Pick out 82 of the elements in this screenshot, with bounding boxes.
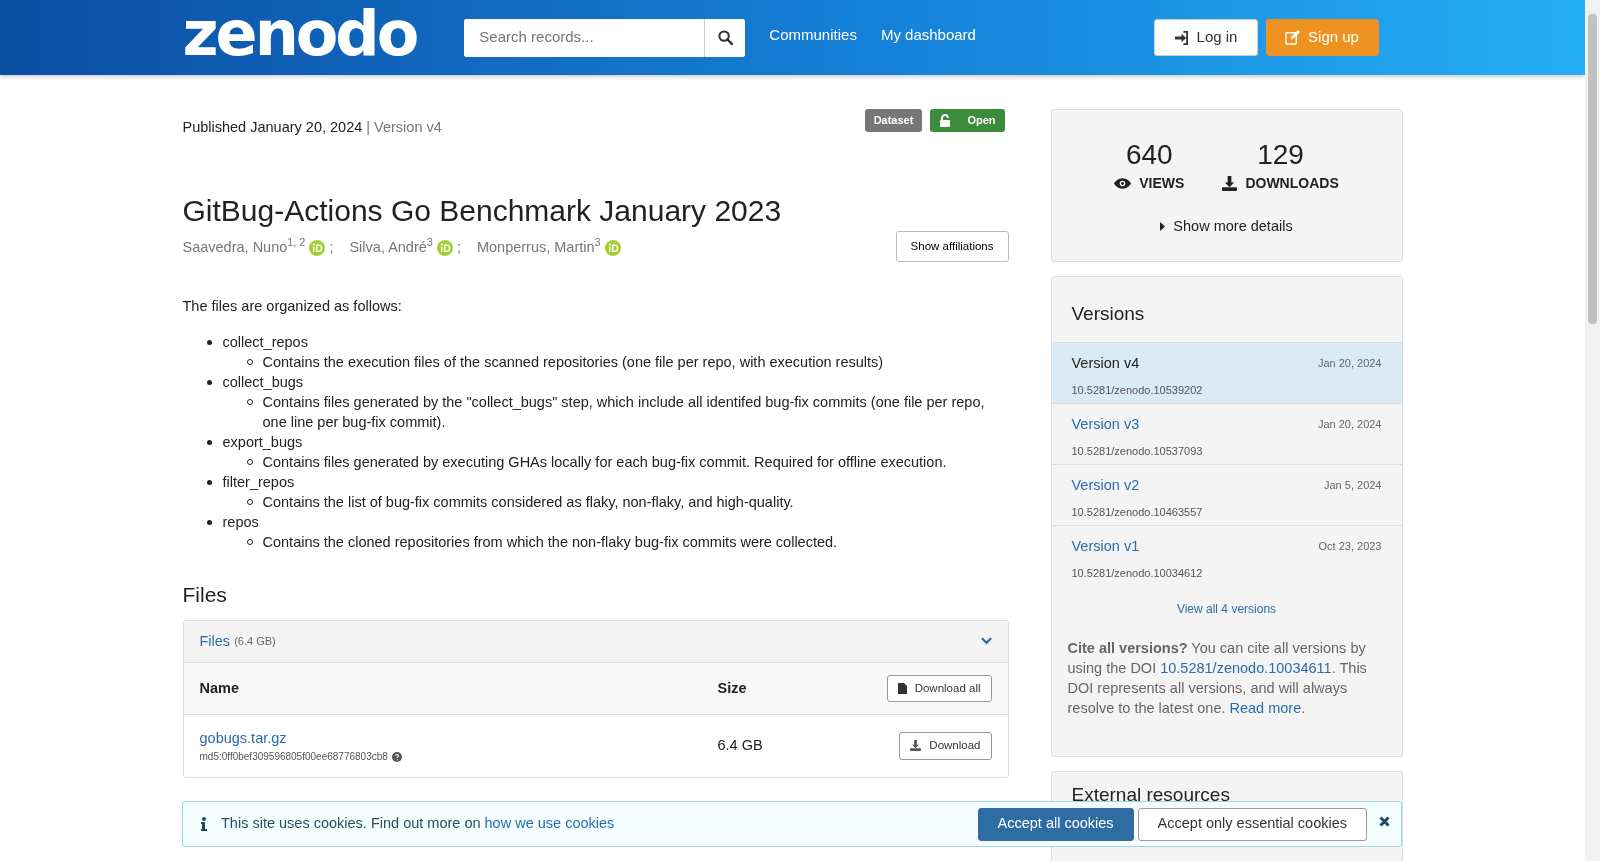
version-doi: 10.5281/zenodo.10463557 bbox=[1071, 504, 1204, 520]
list-item-text: Contains files generated by executing GHAs locally for each bug-fix commit. Required for offline execution. bbox=[262, 453, 947, 470]
list-item-text: Contains the cloned repositories from which the non-flaky bug-fix commits were collected. bbox=[262, 533, 838, 550]
edit-icon bbox=[1285, 30, 1301, 45]
show-affiliations-button[interactable]: Show affiliations bbox=[895, 230, 1009, 262]
download-icon bbox=[910, 740, 922, 752]
stat-label: VIEWS bbox=[1139, 174, 1185, 193]
zenodo-logo[interactable]: zenodo bbox=[182, 2, 417, 65]
log-in-button[interactable]: Log in bbox=[1153, 19, 1258, 56]
chevron-icon[interactable] bbox=[980, 637, 992, 646]
list-item-text: filter_repos bbox=[222, 473, 295, 490]
version-item[interactable]: Version v1 Oct 23, 2023 10.5281/zenodo.10034612 bbox=[1051, 524, 1402, 586]
cite-all-versions-text: Cite all versions? You can cite all versions by using the DOI 10.5281/zenodo.10034611. This DOI represents all versions, and will always resolve to the latest one. Read more. bbox=[1066, 638, 1368, 718]
cookie-notice-text: This site uses cookies. Find out more on how we use cookies bbox=[221, 814, 615, 834]
close-icon[interactable] bbox=[1379, 815, 1390, 827]
orcid-icon bbox=[309, 239, 326, 256]
list-item-text: Contains files generated by the "collect_bugs" step, which include all identifed bug-fix commits (one file per repo, one line per bug-fix commit). bbox=[262, 393, 985, 430]
list-item-text: Contains the execution files of the scanned repositories (one file per repo, with execution results) bbox=[262, 353, 884, 370]
accept-essential-button[interactable]: Accept only essential cookies bbox=[1137, 807, 1367, 841]
access-badge: Open bbox=[930, 109, 1005, 132]
version-doi: 10.5281/zenodo.10539202 bbox=[1071, 382, 1204, 398]
list-item-text: Contains the list of bug-fix commits considered as flaky, non-flaky, and high-quality. bbox=[262, 493, 794, 510]
orcid-icon bbox=[436, 239, 453, 256]
nav-link[interactable]: My dashboard bbox=[880, 24, 976, 47]
doi-link[interactable]: 10.5281/zenodo.10034611 bbox=[1160, 659, 1332, 676]
published-date: Published January 20, 2024 bbox=[182, 119, 363, 135]
creator-name[interactable]: Silva, André$^{3}$ bbox=[349, 236, 433, 259]
creator-name[interactable]: Monperrus, Martin$^{3}$ bbox=[476, 236, 601, 259]
cookie-policy-link[interactable]: how we use cookies bbox=[484, 815, 615, 832]
separator-text: ; bbox=[329, 237, 334, 257]
description-text: The files are organized as follows: bbox=[182, 297, 403, 316]
version-date: Jan 5, 2024 bbox=[1324, 478, 1382, 494]
section-heading: Files bbox=[182, 581, 228, 607]
accept-all-button[interactable]: Accept all cookies bbox=[977, 807, 1134, 841]
download-icon bbox=[1222, 176, 1238, 191]
files-size-text: (6.4 GB) bbox=[234, 634, 276, 650]
help-icon bbox=[391, 751, 402, 762]
resource-type-badge: Dataset bbox=[864, 109, 923, 132]
caret-icon bbox=[1160, 222, 1166, 232]
creator-name[interactable]: Saavedra, Nuno$^{1, 2}$ bbox=[182, 236, 306, 259]
file-size-text: 6.4 GB bbox=[717, 736, 763, 756]
stat-label: DOWNLOADS bbox=[1245, 174, 1339, 193]
stat-count: 129 bbox=[1256, 141, 1305, 169]
version-doi: 10.5281/zenodo.10034612 bbox=[1071, 565, 1204, 581]
list-item-text: repos bbox=[222, 513, 259, 530]
sign-in-icon bbox=[1173, 30, 1189, 45]
search-icon bbox=[717, 30, 733, 45]
file-icon bbox=[897, 682, 907, 694]
read-more-link[interactable]: Read more bbox=[1229, 699, 1302, 716]
list-item-text: collect_bugs bbox=[222, 373, 304, 390]
column-header: Size bbox=[717, 678, 747, 698]
show-more-details-link[interactable]: Show more details bbox=[1173, 216, 1293, 238]
scrollbar[interactable] bbox=[1585, 0, 1600, 861]
version-item[interactable]: Version v3 Jan 20, 2024 10.5281/zenodo.10537093 bbox=[1051, 402, 1402, 464]
version-item[interactable]: Version v2 Jan 5, 2024 10.5281/zenodo.10463557 bbox=[1051, 463, 1402, 525]
view-all-versions-link[interactable]: View all 4 versions bbox=[1176, 601, 1277, 616]
card-heading: External resources bbox=[1071, 783, 1231, 807]
version-date: Jan 20, 2024 bbox=[1317, 356, 1382, 372]
checksum-text: md5:0ff0bef309596805f00ee68776803cb8 bbox=[199, 750, 388, 765]
column-header: Name bbox=[199, 678, 240, 698]
version-label: | Version v4 bbox=[366, 119, 442, 135]
unlock-icon bbox=[939, 113, 952, 127]
version-date: Jan 20, 2024 bbox=[1317, 417, 1382, 433]
download-all-button[interactable]: Download all bbox=[886, 674, 992, 703]
nav-link[interactable]: Communities bbox=[769, 24, 857, 47]
version-doi: 10.5281/zenodo.10537093 bbox=[1071, 443, 1204, 459]
separator-text: ; bbox=[456, 237, 461, 257]
search-button[interactable] bbox=[704, 18, 746, 57]
files-panel-title[interactable]: Files bbox=[199, 630, 231, 653]
version-item[interactable]: Version v4 Jan 20, 2024 10.5281/zenodo.10539202 bbox=[1051, 341, 1402, 403]
card-heading: Versions bbox=[1070, 302, 1146, 326]
stat-count: 640 bbox=[1124, 141, 1174, 169]
list-item-text: export_bugs bbox=[222, 433, 303, 450]
record-title: GitBug-Actions Go Benchmark January 2023 bbox=[182, 192, 783, 229]
version-date: Oct 23, 2023 bbox=[1318, 539, 1382, 555]
orcid-icon bbox=[604, 239, 621, 256]
list-item-text: collect_repos bbox=[222, 333, 308, 350]
eye-icon bbox=[1114, 178, 1132, 189]
info-icon bbox=[201, 817, 207, 831]
download-button[interactable]: Download bbox=[899, 732, 992, 760]
search-field[interactable]: Search records... bbox=[464, 18, 746, 57]
file-name-link[interactable]: gobugs.tar.gz bbox=[199, 727, 718, 750]
